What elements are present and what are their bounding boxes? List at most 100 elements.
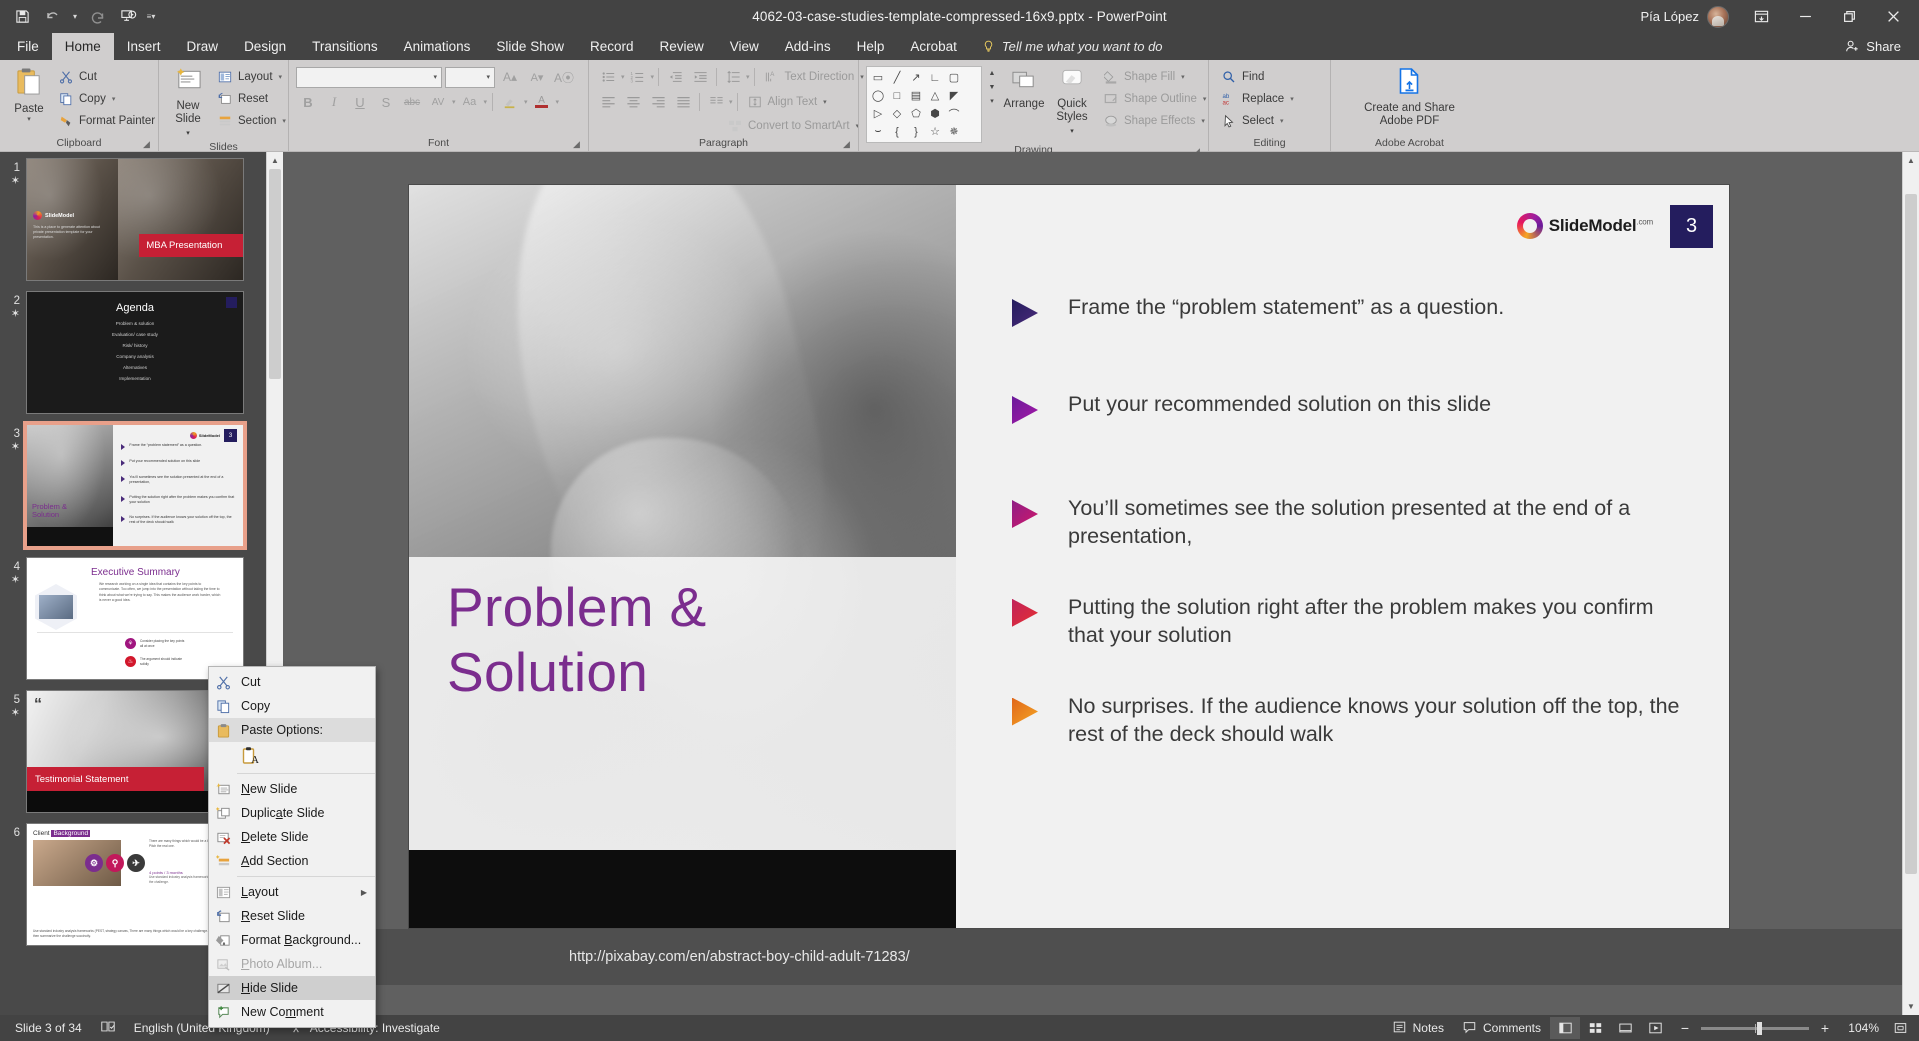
align-right-button[interactable] [646,91,670,113]
zoom-control[interactable]: − + 104% [1670,1020,1887,1036]
chevron-down-icon[interactable]: ▾ [427,73,437,81]
shape-star-icon[interactable]: ☆ [926,123,944,140]
context-menu-item-hide-slide[interactable]: Hide Slide [209,976,375,1000]
align-text-button[interactable]: Align Text ▾ [742,92,832,113]
thumbnail-3-selected[interactable]: Problem &Solution Frame the “problem sta… [26,424,244,547]
scroll-up-icon[interactable]: ▲ [1903,152,1919,169]
scrollbar-thumb[interactable] [1905,194,1917,874]
thumbnail-2[interactable]: Agenda Problem & solution Evaluation/ ca… [26,291,244,414]
clear-formatting-button[interactable]: A⦿ [552,66,576,88]
text-shadow-button[interactable]: S [374,91,398,113]
character-spacing-button[interactable]: AV [426,91,450,113]
center-button[interactable] [621,91,645,113]
create-and-share-adobe-pdf-button[interactable]: Create and Share Adobe PDF [1340,64,1480,128]
change-case-button[interactable]: Aa [458,91,482,113]
tab-record[interactable]: Record [577,33,647,60]
shape-right-triangle-icon[interactable]: ◤ [945,87,963,104]
fit-slide-to-window-button[interactable] [1887,1017,1913,1039]
chevron-down-icon[interactable]: ▾ [556,98,560,106]
find-button[interactable]: Find [1216,66,1299,87]
spellcheck-button[interactable] [91,1017,125,1039]
save-icon[interactable] [8,4,36,30]
decrease-indent-button[interactable] [663,66,687,88]
start-presentation-icon[interactable] [114,4,142,30]
tab-home[interactable]: Home [52,33,114,60]
zoom-in-button[interactable]: + [1818,1020,1832,1036]
slide-editing-area[interactable]: Problem & Solution SlideModel.com 3 [283,152,1919,1015]
shapes-more-icon[interactable]: ▾ [986,94,998,108]
convert-to-smartart-button[interactable]: Convert to SmartArt ▾ [722,115,864,136]
text-direction-button[interactable]: A Text Direction ▾ [759,67,869,88]
thumbnail-row-1[interactable]: 1✶ SlideModel This is a place to generat… [0,158,283,281]
shape-diamond-icon[interactable]: ◇ [888,105,906,122]
shape-elbow-icon[interactable]: ∟ [926,69,944,86]
ribbon-display-options-icon[interactable] [1739,0,1783,33]
shapes-gallery[interactable]: ▭ ╱ ↗ ∟ ▢ ◯ □ ▤ △ ◤ ▷ ◇ ⬠ ⬢ ⌒ [866,66,982,143]
text-highlight-color-button[interactable] [498,91,522,113]
context-menu-item-cut[interactable]: Cut [209,670,375,694]
paragraph-dialog-launcher[interactable]: ◢ [841,139,852,150]
tab-slide-show[interactable]: Slide Show [483,33,577,60]
undo-icon[interactable] [38,4,66,30]
chevron-down-icon[interactable]: ▾ [823,98,827,106]
replace-button[interactable]: abac Replace ▾ [1216,88,1299,109]
shape-outline-button[interactable]: Shape Outline ▾ [1098,88,1211,109]
cut-button[interactable]: Cut [53,66,160,87]
select-button[interactable]: Select ▾ [1216,110,1299,131]
section-button[interactable]: Section ▾ [212,110,291,131]
bullet-item-4[interactable]: Putting the solution right after the pro… [1012,593,1683,650]
bullet-item-5[interactable]: No surprises. If the audience knows your… [1012,692,1683,749]
chevron-down-icon[interactable]: ▾ [480,73,490,81]
quick-styles-button[interactable]: Quick Styles ▾ [1050,64,1094,138]
tab-acrobat[interactable]: Acrobat [897,33,970,60]
underline-button[interactable]: U [348,91,372,113]
font-dialog-launcher[interactable]: ◢ [571,139,582,150]
tab-file[interactable]: File [4,33,52,60]
chevron-down-icon[interactable]: ▾ [1201,117,1205,125]
zoom-slider-handle[interactable] [1757,1022,1762,1035]
current-slide[interactable]: Problem & Solution SlideModel.com 3 [409,185,1729,928]
shape-parallelogram-icon[interactable]: ▷ [869,105,887,122]
zoom-slider[interactable] [1701,1027,1809,1030]
grow-font-button[interactable]: A▴ [498,66,522,88]
thumbnail-row-4[interactable]: 4✶ Executive Summary We research working… [0,557,283,680]
copy-button[interactable]: Copy ▾ [53,88,160,109]
arrange-button[interactable]: Arrange [1002,64,1046,111]
chevron-down-icon[interactable]: ▾ [746,73,750,81]
columns-button[interactable] [704,91,728,113]
chevron-down-icon[interactable]: ▾ [651,73,655,81]
thumbnail-1[interactable]: SlideModel This is a place to generate a… [26,158,244,281]
slide-title[interactable]: Problem & Solution [447,575,706,705]
context-menu-item-delete-slide[interactable]: Delete Slide [209,825,375,849]
reset-button[interactable]: Reset [212,88,291,109]
bullet-item-3[interactable]: You’ll sometimes see the solution presen… [1012,494,1683,551]
chevron-down-icon[interactable]: ▾ [452,98,456,106]
chevron-down-icon[interactable]: ▾ [112,95,116,103]
thumbnail-4[interactable]: Executive Summary We research working on… [26,557,244,680]
strikethrough-button[interactable]: abc [400,91,424,113]
shrink-font-button[interactable]: A▾ [525,66,549,88]
font-name-input[interactable]: ▾ [296,67,442,88]
tab-add-ins[interactable]: Add-ins [772,33,844,60]
scrollbar-thumb[interactable] [269,169,281,379]
shape-oval-icon[interactable]: ◯ [869,87,887,104]
chevron-down-icon[interactable]: ▾ [484,98,488,106]
shape-burst-icon[interactable]: ✵ [945,123,963,140]
shape-brace-right-icon[interactable]: } [907,123,925,140]
chevron-down-icon[interactable]: ▾ [282,117,286,125]
justify-button[interactable] [671,91,695,113]
shape-effects-button[interactable]: Shape Effects ▾ [1098,110,1211,131]
format-painter-button[interactable]: Format Painter [53,110,160,131]
new-slide-button[interactable]: New Slide ▾ [166,64,210,140]
slide-counter[interactable]: Slide 3 of 34 [6,1017,91,1039]
tell-me-search[interactable]: Tell me what you want to do [970,33,1175,60]
chevron-down-icon[interactable]: ▾ [1290,95,1294,103]
shape-rect-icon[interactable]: ▭ [869,69,887,86]
restore-button[interactable] [1827,0,1871,33]
bullets-button[interactable] [596,66,620,88]
layout-button[interactable]: Layout ▾ [212,66,291,87]
bold-button[interactable]: B [296,91,320,113]
close-button[interactable] [1871,0,1915,33]
numbering-button[interactable]: 123 [626,66,650,88]
share-button[interactable]: Share [1837,36,1909,58]
